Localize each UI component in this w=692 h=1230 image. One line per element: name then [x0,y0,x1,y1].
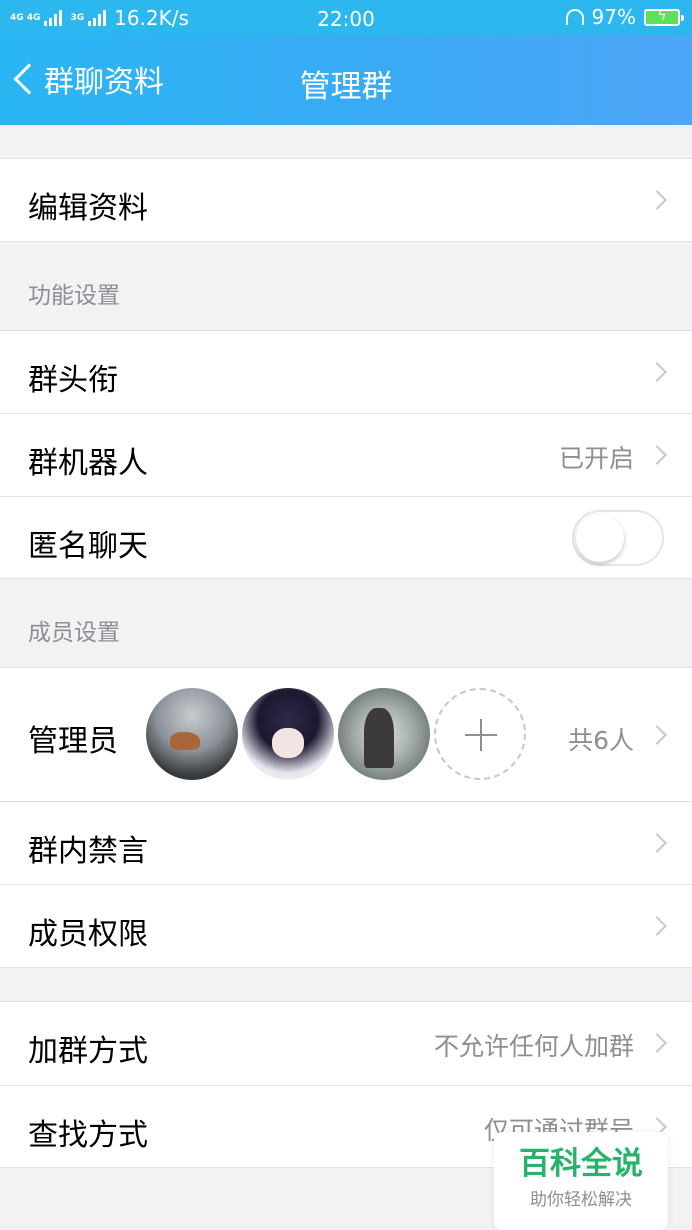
watermark-badge: 百科全说 助你轻松解决 [494,1132,668,1230]
group-robot-label: 群机器人 [28,446,148,481]
group-robot-status: 已开启 [558,444,634,473]
features-section-header: 功能设置 [0,242,692,331]
mute-members-label: 群内禁言 [28,834,148,869]
join-method-label: 加群方式 [28,1034,148,1069]
chevron-right-icon [647,916,667,936]
mute-members-row[interactable]: 群内禁言 [0,802,692,885]
admins-label: 管理员 [28,724,118,759]
search-method-label: 查找方式 [28,1118,148,1153]
chevron-right-icon [647,190,667,210]
section-spacer [0,125,692,159]
battery-icon: ϟ [644,8,684,26]
join-method-value: 不允许任何人加群 [433,1032,634,1061]
members-section-header: 成员设置 [0,579,692,668]
group-robot-row[interactable]: 群机器人 已开启 [0,414,692,497]
battery-percent: 97% [591,5,636,29]
toggle-knob [576,514,624,562]
edit-profile-label: 编辑资料 [28,191,148,226]
anonymous-chat-row: 匿名聊天 [0,497,692,579]
chevron-right-icon [647,833,667,853]
group-title-label: 群头衔 [28,363,118,398]
chevron-right-icon [647,362,667,382]
edit-profile-row[interactable]: 编辑资料 [0,159,692,242]
status-bar: 4G 4G 3G 16.2K/s 22:00 97% ϟ [0,0,692,35]
admins-row[interactable]: 管理员 共6人 [0,668,692,802]
group-title-row[interactable]: 群头衔 [0,331,692,414]
status-right: 97% ϟ [565,5,684,29]
headset-icon [565,9,584,25]
admin-avatar[interactable] [146,688,238,780]
admin-avatar[interactable] [242,688,334,780]
chevron-right-icon [647,725,667,745]
add-admin-button[interactable] [434,688,526,780]
anonymous-chat-label: 匿名聊天 [28,529,148,564]
member-permissions-row[interactable]: 成员权限 [0,885,692,968]
navigation-bar: 群聊资料 管理群 [0,35,692,125]
watermark-title: 百科全说 [519,1146,643,1182]
admin-avatar[interactable] [338,688,430,780]
join-method-row[interactable]: 加群方式 不允许任何人加群 [0,1002,692,1086]
anonymous-chat-toggle[interactable] [572,510,664,566]
member-permissions-label: 成员权限 [28,917,148,952]
admin-avatars [146,688,526,780]
page-title: 管理群 [299,69,393,105]
chevron-right-icon [647,445,667,465]
admins-count: 共6人 [568,726,634,755]
chevron-right-icon [647,1033,667,1053]
section-spacer [0,968,692,1002]
watermark-subtitle: 助你轻松解决 [530,1190,632,1210]
